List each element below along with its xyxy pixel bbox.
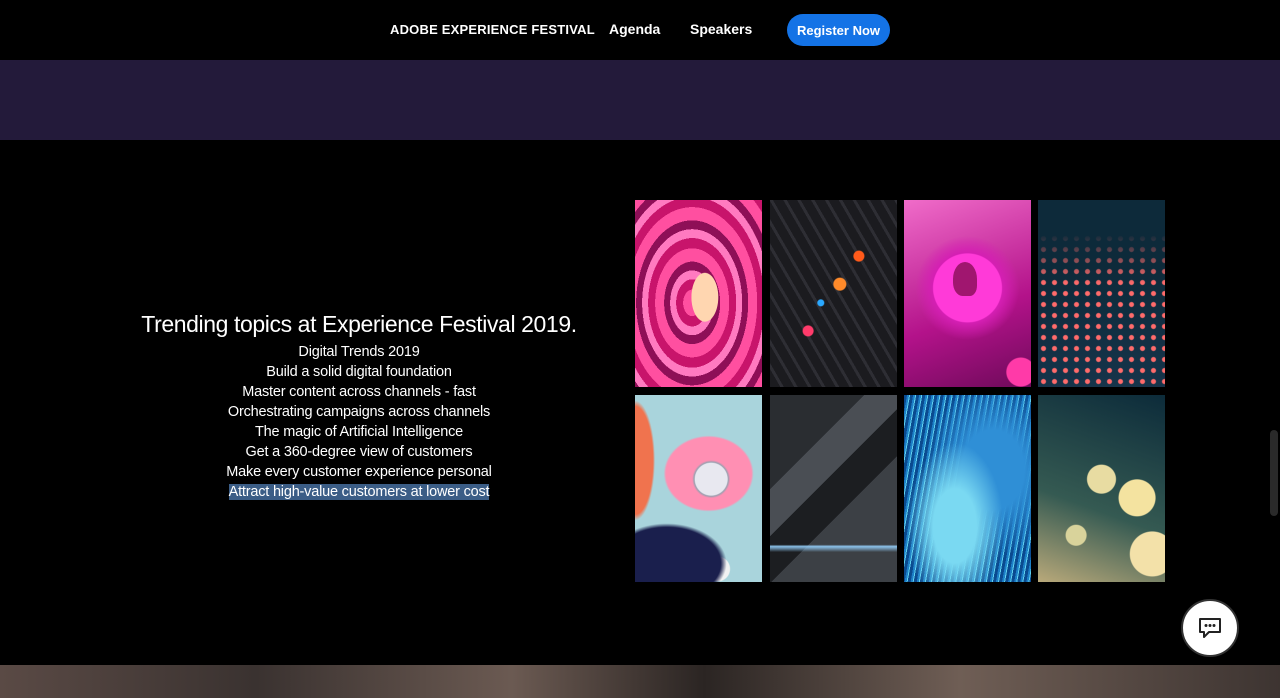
gallery-tile-golden-bokeh (1038, 395, 1165, 582)
topic-item: Orchestrating campaigns across channels (227, 404, 491, 420)
topic-item: Get a 360-degree view of customers (245, 444, 473, 460)
selected-text: Attract high-value customers at lower co… (228, 484, 490, 500)
nav-link-agenda[interactable]: Agenda (609, 21, 660, 37)
topic-item-selected: Attract high-value customers at lower co… (118, 482, 600, 502)
register-now-button[interactable]: Register Now (787, 14, 890, 46)
hero-band (0, 60, 1280, 140)
brand-logo-text[interactable]: ADOBE EXPERIENCE FESTIVAL (390, 22, 595, 37)
gallery-tile-dark-geometric (770, 395, 897, 582)
topic-item: Master content across channels - fast (242, 384, 476, 400)
gallery-tile-blue-terrain (904, 395, 1031, 582)
topic-item: Build a solid digital foundation (266, 364, 452, 380)
image-gallery (635, 200, 1165, 582)
gallery-tile-pink-topography (635, 200, 762, 387)
trending-topics-heading: Trending topics at Experience Festival 2… (141, 311, 577, 337)
profile-silhouette-icon (953, 262, 977, 296)
topic-item: Digital Trends 2019 (298, 344, 420, 360)
topic-item: Make every customer experience personal (226, 464, 492, 480)
top-navigation: ADOBE EXPERIENCE FESTIVAL Agenda Speaker… (0, 0, 1280, 60)
next-section-hero-image (0, 665, 1280, 698)
topics-list: Digital Trends 2019 Build a solid digita… (118, 342, 600, 502)
chat-button[interactable] (1181, 599, 1239, 657)
gallery-tile-pink-silhouette (904, 200, 1031, 387)
trending-topics: Trending topics at Experience Festival 2… (118, 308, 600, 502)
gallery-tile-dark-hexagons (770, 200, 897, 387)
scrollbar-thumb[interactable] (1270, 430, 1278, 516)
gallery-tile-pastel-shapes (635, 395, 762, 582)
nav-link-speakers[interactable]: Speakers (690, 21, 752, 37)
chat-bubble-icon (1199, 618, 1221, 638)
topic-item: The magic of Artificial Intelligence (255, 424, 463, 440)
gallery-tile-teal-dots (1038, 200, 1165, 387)
